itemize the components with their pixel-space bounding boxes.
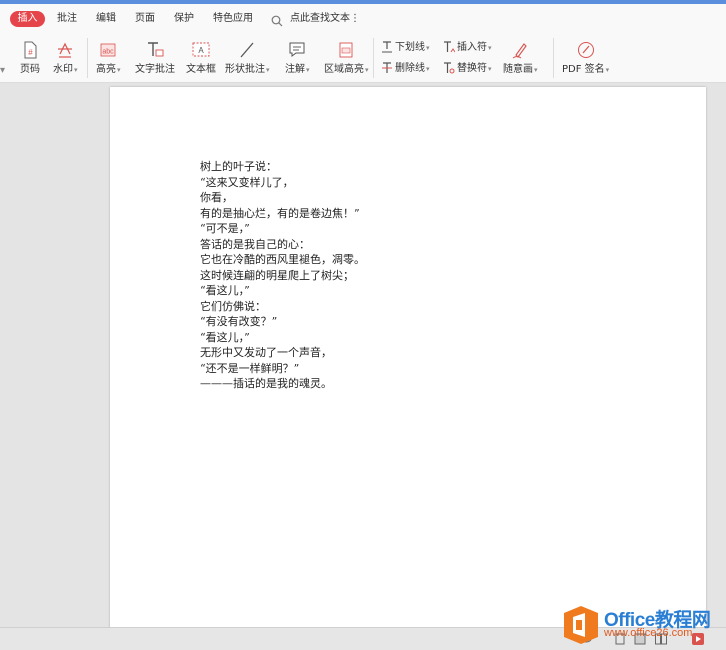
- underline-caret[interactable]: ▾: [426, 44, 430, 52]
- pdf-sign-label: PDF 签名: [562, 64, 605, 75]
- watermark-icon: [58, 42, 73, 58]
- shape-comment-label: 形状批注: [225, 64, 265, 75]
- ribbon-scroll-caret[interactable]: ▾: [0, 64, 5, 78]
- text-line: ———插话的是我的魂灵。: [200, 377, 332, 390]
- insert-char-caret[interactable]: ▾: [488, 44, 492, 52]
- insert-char-button[interactable]: 插入符▾: [443, 41, 492, 55]
- text-line: “这来又变样儿了，: [200, 175, 294, 189]
- replace-char-caret[interactable]: ▾: [488, 65, 492, 73]
- tab-insert[interactable]: 插入: [10, 11, 45, 27]
- text-line: “还不是一样鲜明？”: [200, 361, 300, 375]
- tab-edit[interactable]: 编辑: [96, 12, 116, 26]
- search-field[interactable]: 点此查找文本: [290, 12, 350, 26]
- pdf-sign-caret[interactable]: ▾: [606, 66, 610, 74]
- page-number-label: 页码: [20, 64, 40, 75]
- logo-url: www.office26.com: [604, 627, 693, 639]
- tab-special-apps[interactable]: 特色应用: [213, 12, 253, 26]
- text-box-label: 文本框: [186, 64, 216, 75]
- highlight-label: 高亮: [96, 64, 116, 75]
- text-box-button[interactable]: A 文本框: [186, 40, 216, 76]
- highlight-icon: abc: [100, 43, 116, 57]
- text-line: “可不是，”: [200, 222, 250, 235]
- freehand-label: 随意画: [503, 64, 533, 75]
- text-line: “看这儿，”: [200, 284, 250, 297]
- menu-bar: 插入 批注 编辑 页面 保护 特色应用 点此查找文本 ⋮: [0, 4, 726, 34]
- text-comment-button[interactable]: 文字批注: [135, 40, 175, 76]
- freehand-button[interactable]: 随意画▾: [503, 40, 538, 76]
- insert-char-icon: [444, 41, 456, 53]
- svg-text:abc: abc: [103, 49, 115, 56]
- separator: [87, 38, 88, 78]
- highlight-button[interactable]: abc 高亮▾: [96, 40, 121, 76]
- tab-page[interactable]: 页面: [135, 12, 155, 26]
- document-text: 树上的叶子说： “这来又变样儿了， 你看， 有的是抽心烂，有的是卷边焦！” “可…: [200, 159, 500, 392]
- text-box-icon: A: [192, 42, 210, 57]
- search-icon[interactable]: [271, 15, 283, 27]
- page-number-icon: #: [24, 41, 37, 59]
- watermark-label: 水印: [53, 64, 73, 75]
- text-line: 树上的叶子说：: [200, 160, 277, 173]
- text-comment-label: 文字批注: [135, 64, 175, 75]
- replace-char-button[interactable]: 替换符▾: [443, 62, 492, 76]
- area-highlight-icon: [339, 42, 353, 58]
- site-logo: Office教程网 www.office26.com: [560, 603, 726, 647]
- strikethrough-button[interactable]: 删除线▾: [381, 62, 430, 76]
- text-line: 无形中又发动了一个声音，: [200, 346, 332, 359]
- pdf-sign-button[interactable]: PDF 签名▾: [562, 40, 609, 76]
- insert-char-label: 插入符: [457, 42, 487, 53]
- underline-icon: [382, 41, 392, 53]
- replace-char-label: 替换符: [457, 63, 487, 74]
- text-line: 答话的是我自己的心：: [200, 237, 310, 251]
- underline-button[interactable]: 下划线▾: [381, 41, 430, 55]
- svg-text:#: #: [28, 48, 33, 57]
- replace-char-icon: [444, 62, 455, 74]
- tab-comment[interactable]: 批注: [57, 12, 77, 26]
- office-logo-icon: [564, 606, 598, 644]
- watermark-caret[interactable]: ▾: [74, 66, 78, 74]
- area-highlight-label: 区域高亮: [324, 64, 364, 75]
- annotation-label: 注解: [285, 64, 305, 75]
- text-line: 你看，: [200, 191, 233, 204]
- text-line: 它也在冷酷的西风里褪色，凋零。: [200, 253, 365, 266]
- annotation-caret[interactable]: ▾: [306, 66, 310, 74]
- page-number-button[interactable]: # 页码: [20, 40, 40, 76]
- separator: [373, 38, 374, 78]
- shape-comment-caret[interactable]: ▾: [266, 66, 270, 74]
- pen-icon: [512, 43, 527, 59]
- ribbon-toolbar: ▾ # 页码 水印▾ abc 高亮▾ 文字批注 A 文本框 形状批注▾ 注解▾ …: [0, 34, 726, 83]
- underline-label: 下划线: [395, 42, 425, 53]
- strikethrough-caret[interactable]: ▾: [426, 65, 430, 73]
- sign-icon: [577, 42, 594, 58]
- area-highlight-button[interactable]: 区域高亮▾: [324, 40, 369, 76]
- separator: [553, 38, 554, 78]
- watermark-button[interactable]: 水印▾: [53, 40, 78, 76]
- tab-protect[interactable]: 保护: [174, 12, 194, 26]
- highlight-caret[interactable]: ▾: [117, 66, 121, 74]
- freehand-caret[interactable]: ▾: [534, 66, 538, 74]
- text-line: 这时候连翩的明星爬上了树尖；: [200, 268, 354, 282]
- area-highlight-caret[interactable]: ▾: [365, 66, 369, 74]
- strikethrough-icon: [382, 62, 392, 73]
- text-line: 它们仿佛说：: [200, 299, 266, 313]
- svg-text:A: A: [198, 46, 204, 55]
- text-line: “看这儿，”: [200, 330, 250, 344]
- text-line: 有的是抽心烂，有的是卷边焦！”: [200, 206, 360, 220]
- text-comment-icon: [148, 42, 164, 57]
- annotation-icon: [289, 42, 305, 57]
- more-icon[interactable]: ⋮: [350, 12, 360, 26]
- text-line: “有没有改变？”: [200, 315, 278, 328]
- line-shape-icon: [240, 42, 254, 58]
- strikethrough-label: 删除线: [395, 63, 425, 74]
- annotation-button[interactable]: 注解▾: [285, 40, 310, 76]
- shape-comment-button[interactable]: 形状批注▾: [225, 40, 270, 76]
